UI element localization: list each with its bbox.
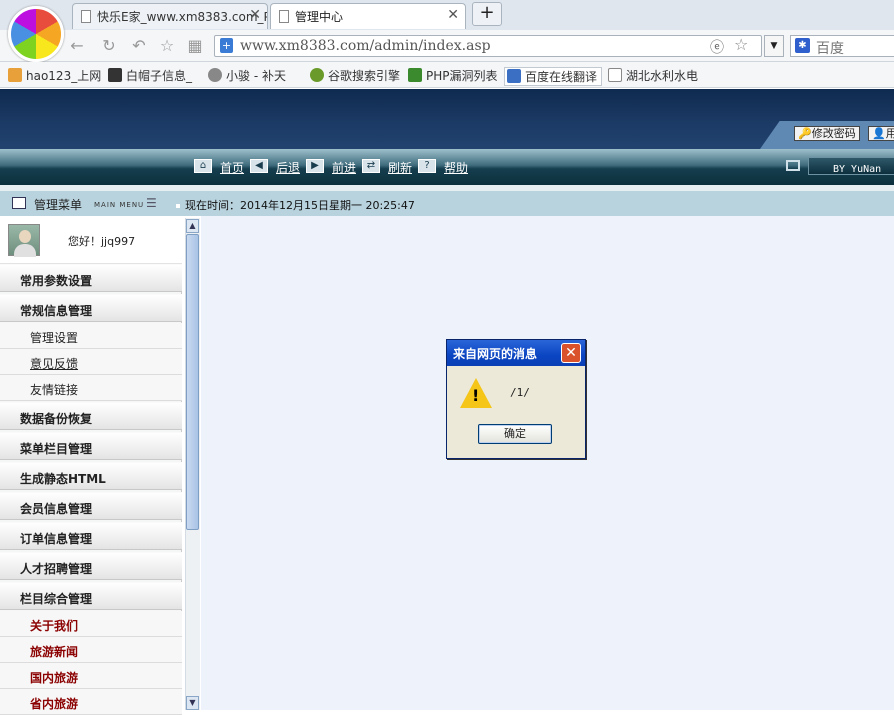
avatar: [8, 224, 40, 257]
bookmark-item[interactable]: 百度在线翻译: [504, 67, 603, 86]
undo-icon[interactable]: ↶: [130, 37, 148, 55]
content-area: [201, 216, 894, 710]
forward-arrow-icon[interactable]: ▶: [306, 159, 324, 173]
favorite-icon[interactable]: ☆: [158, 37, 176, 55]
nav-home-link[interactable]: 首页: [220, 159, 244, 176]
nav-forward-link[interactable]: 前进: [332, 159, 356, 176]
tab-label: 管理中心: [295, 10, 344, 24]
sidebar-item[interactable]: 常规信息管理: [0, 294, 182, 322]
user-info: BY YuNan （: [808, 157, 894, 175]
refresh-icon[interactable]: ⇄: [362, 159, 380, 173]
bookmark-item[interactable]: 谷歌搜索引擎: [308, 67, 400, 84]
bookmark-icon: [208, 68, 222, 82]
close-icon[interactable]: ✕: [249, 7, 261, 23]
home-icon[interactable]: ⌂: [194, 159, 212, 173]
change-password-button[interactable]: 🔑修改密码: [794, 126, 860, 141]
baidu-icon: ✱: [795, 38, 810, 53]
page-icon: [279, 10, 289, 23]
back-icon[interactable]: ←: [68, 37, 86, 55]
bookmark-icon: [408, 68, 422, 82]
main-menu-subtitle: MAIN MENU: [94, 201, 145, 209]
bookmark-item[interactable]: hao123_上网: [6, 67, 101, 84]
user-button[interactable]: 👤用: [868, 126, 894, 141]
sidebar-subitem[interactable]: 旅游新闻: [0, 637, 182, 663]
sidebar-item[interactable]: 栏目综合管理: [0, 582, 182, 610]
sidebar-item[interactable]: 订单信息管理: [0, 522, 182, 550]
shield-icon: +: [220, 38, 233, 53]
browser-tab[interactable]: 快乐E家_www.xm8383.com_P ✕: [72, 3, 268, 29]
bookmark-icon: [507, 69, 521, 83]
ie-mode-icon[interactable]: ⓔ: [710, 37, 724, 57]
new-tab-button[interactable]: +: [472, 2, 502, 26]
bookmark-item[interactable]: 白帽子信息_: [106, 67, 192, 84]
nav-back-link[interactable]: 后退: [276, 159, 300, 176]
sidebar-subitem[interactable]: 国内旅游: [0, 663, 182, 689]
bookmark-icon: [8, 68, 22, 82]
sidebar-item[interactable]: 生成静态HTML: [0, 462, 182, 490]
sidebar-item[interactable]: 菜单栏目管理: [0, 432, 182, 460]
bookmark-icon: [310, 68, 324, 82]
menu-icon: [12, 197, 26, 209]
url-dropdown-button[interactable]: ▼: [764, 35, 784, 57]
scroll-down-icon[interactable]: ▼: [186, 696, 199, 710]
browser-logo-icon[interactable]: [8, 6, 64, 62]
apps-icon[interactable]: ▦: [186, 37, 204, 55]
browser-tab-active[interactable]: 管理中心 ✕: [270, 3, 466, 29]
sidebar-subitem[interactable]: 友情链接: [0, 375, 182, 401]
monitor-icon: [786, 160, 800, 171]
close-icon[interactable]: ✕: [447, 7, 459, 23]
bookmark-icon: [108, 68, 122, 82]
greeting: 您好！jjq997: [68, 235, 136, 248]
tab-label: 快乐E家_www.xm8383.com_P: [97, 10, 268, 24]
admin-header: [0, 89, 894, 149]
sidebar-subitem[interactable]: 省内旅游: [0, 689, 182, 715]
sidebar-subitem[interactable]: 管理设置: [0, 323, 182, 349]
close-icon[interactable]: ✕: [561, 343, 581, 363]
reload-icon[interactable]: ↻: [100, 37, 118, 55]
nav-help-link[interactable]: 帮助: [444, 159, 468, 176]
sidebar-item[interactable]: 数据备份恢复: [0, 402, 182, 430]
main-menu-title: 管理菜单: [34, 198, 83, 212]
url-text[interactable]: www.xm8383.com/admin/index.asp: [240, 38, 491, 54]
warning-mark: !: [472, 386, 480, 405]
sidebar-item[interactable]: 会员信息管理: [0, 492, 182, 520]
current-time: 现在时间：2014年12月15日星期一 20:25:47: [176, 197, 415, 213]
sidebar-item[interactable]: 常用参数设置: [0, 264, 182, 292]
search-placeholder: 百度: [816, 41, 844, 57]
sidebar-item[interactable]: 人才招聘管理: [0, 552, 182, 580]
scroll-up-icon[interactable]: ▲: [186, 219, 199, 233]
back-arrow-icon[interactable]: ◀: [250, 159, 268, 173]
ok-button[interactable]: 确定: [478, 424, 552, 444]
bookmark-star-icon[interactable]: ☆: [734, 35, 748, 54]
bookmark-item[interactable]: 湖北水利水电: [606, 67, 698, 84]
scroll-thumb[interactable]: [186, 234, 199, 530]
page-icon: [608, 68, 622, 82]
bookmark-item[interactable]: PHP漏洞列表: [406, 67, 498, 84]
bookmark-item[interactable]: 小骏 - 补天: [206, 67, 286, 84]
page-icon: [81, 10, 91, 23]
sidebar-subitem[interactable]: 意见反馈: [0, 349, 182, 375]
nav-refresh-link[interactable]: 刷新: [388, 159, 412, 176]
sidebar-subitem[interactable]: 关于我们: [0, 611, 182, 637]
collapse-icon[interactable]: ☰: [146, 196, 157, 210]
help-icon[interactable]: ?: [418, 159, 436, 173]
dialog-message: /1/: [510, 386, 530, 399]
